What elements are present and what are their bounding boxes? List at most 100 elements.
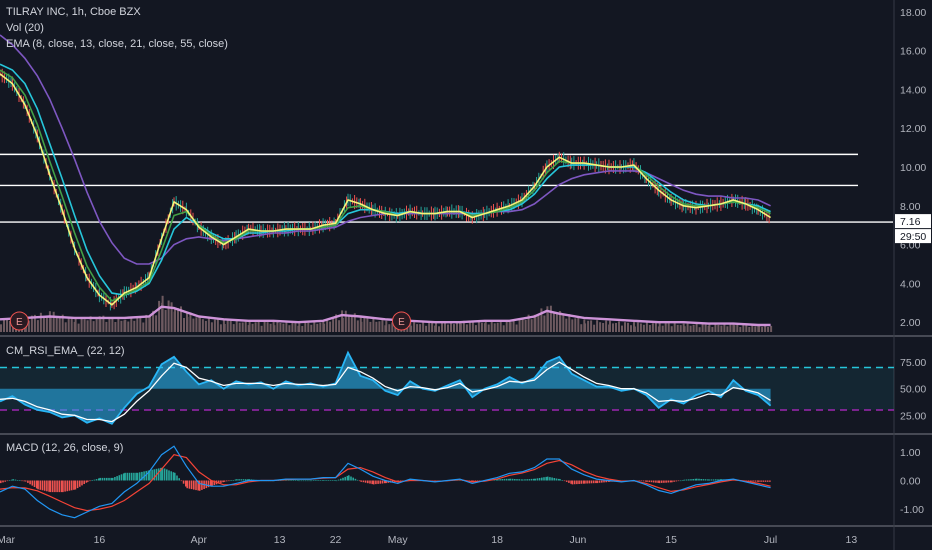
volume-bar [717, 324, 720, 332]
macd-axis-tick: 0.00 [900, 476, 921, 488]
legend-macd[interactable]: MACD (12, 26, close, 9) [6, 442, 123, 454]
volume-bar [58, 316, 61, 332]
legend-rsi[interactable]: CM_RSI_EMA_ (22, 12) [6, 345, 125, 357]
macd-histogram-bar [752, 480, 754, 482]
macd-histogram-bar [346, 475, 349, 481]
volume-bar [77, 323, 80, 332]
volume-bar [615, 323, 617, 332]
macd-histogram-bar [377, 480, 379, 484]
macd-histogram-bar [499, 479, 501, 481]
volume-bar [711, 327, 714, 332]
macd-histogram-bar [49, 480, 52, 493]
volume-bar [651, 323, 654, 332]
volume-bar [648, 325, 651, 332]
macd-histogram-bar [101, 477, 104, 481]
volume-bar [708, 324, 711, 332]
macd-histogram-bar [85, 480, 88, 483]
macd-histogram-bar [230, 480, 232, 481]
macd-histogram-bar [323, 480, 325, 481]
time-axis-tick: May [388, 534, 409, 546]
macd-histogram-bar [244, 479, 247, 481]
volume-bar [453, 324, 455, 332]
macd-histogram-bar [764, 480, 767, 482]
macd-histogram-bar [754, 480, 757, 482]
macd-histogram-bar [766, 480, 769, 482]
macd-histogram-bar [120, 474, 123, 481]
volume-bar [257, 321, 260, 332]
macd-histogram-bar [335, 480, 338, 482]
legend-volume[interactable]: Vol (20) [6, 22, 44, 34]
volume-bar [676, 324, 679, 332]
rsi-axis-tick: 25.00 [900, 410, 926, 422]
volume-bar [344, 310, 347, 332]
volume-bar [612, 323, 614, 332]
volume-bar [323, 323, 326, 332]
volume-bar [120, 320, 123, 332]
macd-histogram-bar [27, 480, 29, 483]
macd-histogram-bar [508, 478, 510, 481]
macd-histogram-bar [381, 480, 384, 484]
legend-symbol[interactable]: TILRAY INC, 1h, Cboe BZX [6, 6, 141, 18]
macd-histogram-bar [223, 480, 226, 482]
volume-bar [658, 322, 661, 332]
volume-bar [754, 326, 757, 332]
macd-histogram-bar [294, 480, 297, 481]
macd-histogram-bar [350, 476, 352, 481]
volume-bar [279, 323, 282, 332]
macd-histogram-bar [526, 479, 528, 481]
macd-histogram-bar [503, 478, 506, 481]
macd-histogram-bar [671, 480, 673, 483]
volume-bar [633, 326, 636, 332]
volume-bar [667, 323, 670, 332]
macd-histogram-bar [14, 479, 17, 481]
legend-ema[interactable]: EMA (8, close, 13, close, 21, close, 55,… [6, 38, 228, 50]
volume-bar [425, 325, 428, 332]
macd-histogram-bar [543, 477, 545, 481]
macd-histogram-bar [545, 476, 547, 481]
volume-bar [266, 322, 269, 332]
macd-histogram-bar [533, 478, 535, 481]
macd-histogram-bar [321, 480, 324, 481]
macd-histogram-bar [682, 480, 684, 481]
macd-histogram-bar [685, 479, 688, 481]
tilray-chart[interactable]: 18.0016.0014.0012.0010.008.006.004.002.0… [0, 0, 932, 550]
volume-bar [49, 317, 52, 332]
macd-histogram-bar [108, 477, 110, 481]
volume-bar [192, 318, 195, 332]
macd-histogram-bar [95, 479, 98, 481]
volume-bar [565, 318, 568, 332]
macd-histogram-bar [185, 480, 187, 487]
macd-histogram-bar [238, 479, 240, 481]
macd-histogram-bar [81, 480, 83, 486]
volume-bar [704, 324, 707, 332]
volume-bar [189, 312, 192, 332]
volume-bar [422, 322, 425, 332]
volume-bar [385, 320, 388, 332]
volume-bar [124, 319, 127, 332]
macd-histogram-bar [83, 480, 85, 484]
macd-histogram-bar [312, 480, 315, 481]
macd-histogram-bar [669, 480, 672, 483]
volume-bar [661, 325, 664, 332]
macd-histogram-bar [310, 480, 313, 482]
macd-histogram-bar [288, 480, 290, 481]
volume-bar [562, 314, 565, 332]
volume-bar [670, 326, 673, 332]
macd-axis-tick: -1.00 [900, 504, 924, 516]
macd-histogram-bar [702, 479, 705, 481]
macd-histogram-bar [317, 480, 319, 481]
macd-histogram-bar [126, 472, 129, 481]
volume-bar [493, 323, 496, 332]
macd-histogram-bar [354, 478, 357, 481]
volume-bar [161, 295, 164, 332]
volume-bar [70, 318, 73, 332]
volume-bar [6, 319, 8, 332]
macd-histogram-bar [694, 478, 697, 481]
macd-histogram-bar [234, 479, 237, 481]
macd-histogram-bar [205, 480, 208, 489]
macd-histogram-bar [565, 480, 568, 482]
volume-bar [42, 316, 45, 332]
volume-bar [341, 318, 344, 332]
volume-bar [587, 320, 590, 332]
volume-bar [695, 323, 698, 332]
